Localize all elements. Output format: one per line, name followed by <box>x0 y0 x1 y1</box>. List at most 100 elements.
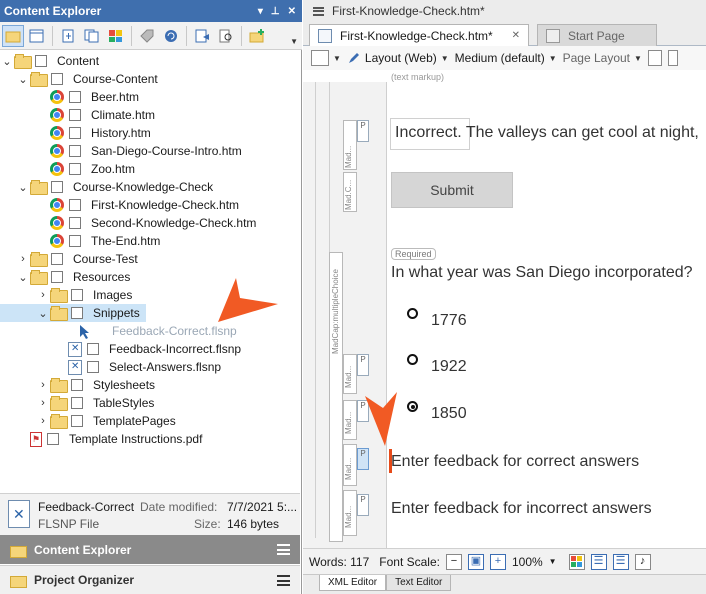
submit-button[interactable]: Submit <box>391 172 513 208</box>
paragraph-marker[interactable]: P <box>357 448 369 470</box>
tree-checkbox[interactable] <box>71 379 83 391</box>
chevron-right-icon[interactable]: › <box>16 253 30 265</box>
search-icon[interactable] <box>215 25 237 47</box>
dropdown-icon[interactable]: ▾ <box>258 6 263 17</box>
tree-checkbox[interactable] <box>51 181 63 193</box>
tree-checkbox[interactable] <box>47 433 59 445</box>
open-button[interactable] <box>191 25 213 47</box>
tree-checkbox[interactable] <box>71 307 83 319</box>
tag-button[interactable] <box>136 25 158 47</box>
structure-bar-top-button[interactable]: ☰ <box>612 553 629 570</box>
tree-item[interactable]: ⌄ Course-Knowledge-Check <box>0 178 213 196</box>
tree-checkbox[interactable] <box>51 253 63 265</box>
accordion-content-explorer[interactable]: Content Explorer <box>0 535 300 564</box>
preview-icon[interactable] <box>647 50 662 66</box>
zoom-level[interactable]: 100% <box>512 555 543 569</box>
font-scale-increase-button[interactable]: + <box>489 553 506 570</box>
layout-dropdown[interactable]: Layout (Web) ▼ <box>347 51 449 65</box>
menu-icon[interactable] <box>277 575 290 586</box>
tree-item[interactable]: San-Diego-Course-Intro.htm <box>0 142 242 160</box>
question-text[interactable]: In what year was San Diego incorporated? <box>391 264 693 282</box>
show-markers-button[interactable]: ♪ <box>634 553 651 570</box>
tree-item[interactable]: ⌄ Resources <box>0 268 130 286</box>
tree-item[interactable]: › TableStyles <box>0 394 154 412</box>
tree-checkbox[interactable] <box>69 199 81 211</box>
chevron-down-icon[interactable]: ▼ <box>549 557 557 566</box>
answer-label[interactable]: 1922 <box>431 358 467 376</box>
tree-checkbox[interactable] <box>51 271 63 283</box>
feedback-correct-placeholder[interactable]: Enter feedback for correct answers <box>391 453 639 471</box>
tree-item[interactable]: Zoo.htm <box>0 160 135 178</box>
pin-icon[interactable]: ⊥ <box>271 6 280 17</box>
close-icon[interactable]: ✕ <box>512 30 520 41</box>
tab-text-editor[interactable]: Text Editor <box>386 575 452 591</box>
tree-item[interactable]: ⌄ Content <box>0 52 99 70</box>
incorrect-feedback-text[interactable]: Incorrect. The valleys can get cool at n… <box>395 124 699 142</box>
tree-checkbox[interactable] <box>87 361 99 373</box>
tree-checkbox[interactable] <box>69 163 81 175</box>
tree-checkbox[interactable] <box>71 289 83 301</box>
tab-first-knowledge-check[interactable]: First-Knowledge-Check.htm* ✕ <box>309 24 529 46</box>
zoom-tool-dropdown[interactable]: ▼ <box>311 50 341 66</box>
tree-item[interactable]: Climate.htm <box>0 106 155 124</box>
font-scale-decrease-button[interactable]: − <box>445 553 462 570</box>
tree-checkbox[interactable] <box>69 145 81 157</box>
font-scale-reset-button[interactable]: ▣ <box>467 553 484 570</box>
tree-checkbox[interactable] <box>69 217 81 229</box>
tree-checkbox[interactable] <box>69 109 81 121</box>
tree-item[interactable]: ⌄ Course-Content <box>0 70 158 88</box>
tab-xml-editor[interactable]: XML Editor <box>319 575 387 591</box>
tree-checkbox[interactable] <box>69 91 81 103</box>
answer-label[interactable]: 1850 <box>431 405 467 423</box>
new-folder-button[interactable] <box>246 25 268 47</box>
tree-item[interactable]: First-Knowledge-Check.htm <box>0 196 239 214</box>
answer-radio-1922[interactable] <box>407 354 418 365</box>
tree-checkbox[interactable] <box>51 73 63 85</box>
menu-icon[interactable] <box>277 544 290 555</box>
tree-item[interactable]: ⌄ Snippets <box>0 304 146 322</box>
chevron-down-icon[interactable]: ⌄ <box>16 181 30 194</box>
chevron-down-icon[interactable]: ⌄ <box>16 271 30 284</box>
tree-item[interactable]: Feedback-Correct.flsnp <box>0 322 237 340</box>
xml-editor-canvas[interactable]: Mad... P Mad.C... MadCap:multipleChoice … <box>303 82 706 548</box>
copy-button[interactable] <box>81 25 103 47</box>
tree-item[interactable]: › Course-Test <box>0 250 138 268</box>
paragraph-marker[interactable]: P <box>357 120 369 142</box>
tree-item[interactable]: › Stylesheets <box>0 376 155 394</box>
tree-item[interactable]: Second-Knowledge-Check.htm <box>0 214 256 232</box>
chevron-down-icon[interactable]: ⌄ <box>0 55 14 68</box>
answer-radio-1776[interactable] <box>407 308 418 319</box>
tree-item[interactable]: History.htm <box>0 124 151 142</box>
tab-start-page[interactable]: Start Page <box>537 24 657 46</box>
tree-item[interactable]: Beer.htm <box>0 88 139 106</box>
chevron-down-icon[interactable]: ⌄ <box>16 73 30 86</box>
paragraph-marker[interactable]: P <box>357 494 369 516</box>
chevron-right-icon[interactable]: › <box>36 379 50 391</box>
structure-bar-left-button[interactable]: ☰ <box>590 553 607 570</box>
tree-checkbox[interactable] <box>71 397 83 409</box>
medium-dropdown[interactable]: Medium (default) ▼ <box>455 51 557 65</box>
tree-checkbox[interactable] <box>71 415 83 427</box>
grid-view-button[interactable] <box>105 25 127 47</box>
chevron-right-icon[interactable]: › <box>36 397 50 409</box>
tree-checkbox[interactable] <box>69 127 81 139</box>
view-options-button[interactable] <box>26 25 48 47</box>
tree-item[interactable]: Feedback-Incorrect.flsnp <box>0 340 241 358</box>
tree-item[interactable]: › Images <box>0 286 132 304</box>
answer-label[interactable]: 1776 <box>431 312 467 330</box>
answer-radio-1850[interactable] <box>407 401 418 412</box>
toolbar-overflow-icon[interactable]: ▼ <box>290 37 298 46</box>
chevron-down-icon[interactable]: ⌄ <box>36 307 50 320</box>
tree-item[interactable]: The-End.htm <box>0 232 160 250</box>
page-layout-dropdown[interactable]: Page Layout ▼ <box>563 51 642 65</box>
folder-view-button[interactable] <box>2 24 24 47</box>
close-icon[interactable]: ✕ <box>288 6 296 17</box>
tree-checkbox[interactable] <box>35 55 47 67</box>
tree-item[interactable]: Template Instructions.pdf <box>0 430 202 448</box>
menu-icon[interactable] <box>313 6 324 16</box>
new-item-button[interactable] <box>57 25 79 47</box>
feedback-incorrect-placeholder[interactable]: Enter feedback for incorrect answers <box>391 500 652 518</box>
print-icon[interactable] <box>667 50 678 66</box>
refresh-icon[interactable] <box>160 25 182 47</box>
paragraph-marker[interactable]: P <box>357 354 369 376</box>
